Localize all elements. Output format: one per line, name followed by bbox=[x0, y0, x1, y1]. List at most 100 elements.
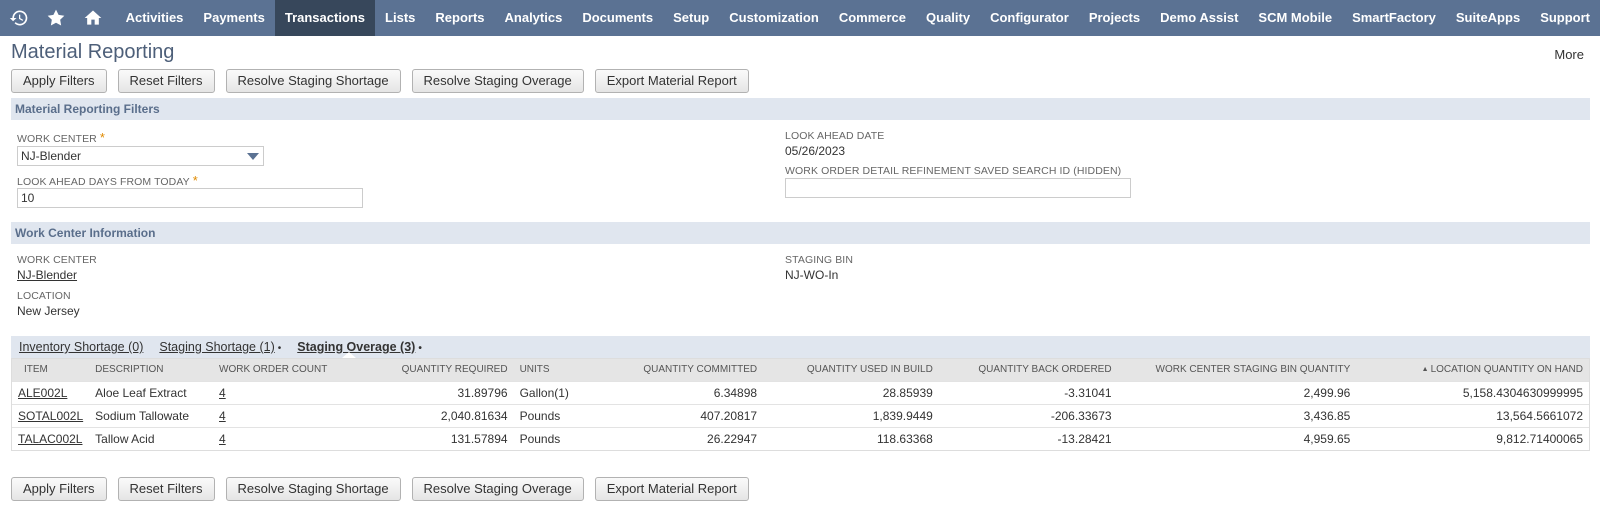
top-button-row: Apply Filters Reset Filters Resolve Stag… bbox=[11, 69, 749, 93]
cell-item: TALAC002L bbox=[12, 426, 90, 450]
nav-item-configurator[interactable]: Configurator bbox=[980, 0, 1079, 36]
look-ahead-days-label-text: Look Ahead Days From Today bbox=[17, 176, 190, 188]
work-center-select[interactable]: NJ-Blender bbox=[17, 146, 264, 166]
table-row: TALAC002L Tallow Acid 4 131.57894 Pounds 26.2… bbox=[12, 426, 1589, 450]
work-center-info-value: NJ-Blender bbox=[17, 268, 77, 282]
home-icon[interactable] bbox=[74, 0, 111, 36]
star-icon[interactable] bbox=[37, 0, 74, 36]
top-nav: Activities Payments Transactions Lists Repor… bbox=[0, 0, 1600, 36]
cell-qty-used: 118.63368 bbox=[763, 426, 939, 450]
nav-item-demo-assist[interactable]: Demo Assist bbox=[1150, 0, 1248, 36]
nav-item-projects[interactable]: Projects bbox=[1079, 0, 1150, 36]
saved-search-id-label: Work Order Detail Refinement Saved Searc… bbox=[785, 165, 1122, 177]
work-order-count-link[interactable]: 4 bbox=[219, 432, 226, 446]
apply-filters-button[interactable]: Apply Filters bbox=[11, 69, 107, 93]
cell-qty-committed: 407.20817 bbox=[597, 403, 764, 427]
nav-item-support[interactable]: Support bbox=[1530, 0, 1600, 36]
col-work-order-count[interactable]: Work Order Count bbox=[213, 359, 359, 381]
table-row: SOTAL002L Sodium Tallowate 4 2,040.81634 Pou… bbox=[12, 403, 1589, 427]
subtab-staging-overage[interactable]: Staging Overage (3) • bbox=[297, 340, 422, 354]
nav-item-payments[interactable]: Payments bbox=[193, 0, 274, 36]
apply-filters-button-bottom[interactable]: Apply Filters bbox=[11, 477, 107, 501]
look-ahead-date-label: Look Ahead Date bbox=[785, 130, 885, 142]
col-item[interactable]: Item bbox=[12, 359, 90, 381]
nav-item-activities[interactable]: Activities bbox=[116, 0, 194, 36]
cell-wo-count: 4 bbox=[213, 380, 359, 404]
resolve-staging-overage-button[interactable]: Resolve Staging Overage bbox=[411, 69, 584, 93]
resolve-staging-shortage-button[interactable]: Resolve Staging Shortage bbox=[225, 69, 401, 93]
reset-filters-button-bottom[interactable]: Reset Filters bbox=[117, 477, 215, 501]
item-link[interactable]: ALE002L bbox=[18, 386, 67, 400]
nav-item-setup[interactable]: Setup bbox=[663, 0, 719, 36]
work-center-filter-label: Work Center * bbox=[17, 130, 105, 145]
item-link[interactable]: TALAC002L bbox=[18, 432, 82, 446]
nav-item-customization[interactable]: Customization bbox=[719, 0, 829, 36]
cell-item: SOTAL002L bbox=[12, 403, 90, 427]
cell-qty-required: 2,040.81634 bbox=[358, 403, 514, 427]
resolve-staging-overage-button-bottom[interactable]: Resolve Staging Overage bbox=[411, 477, 584, 501]
item-link[interactable]: SOTAL002L bbox=[18, 409, 83, 423]
nav-item-lists[interactable]: Lists bbox=[375, 0, 425, 36]
cell-description: Aloe Leaf Extract bbox=[89, 380, 214, 404]
staging-overage-table: Item Description Work Order Count Quanti… bbox=[11, 358, 1590, 451]
resolve-staging-shortage-button-bottom[interactable]: Resolve Staging Shortage bbox=[225, 477, 401, 501]
cell-qty-back: -13.28421 bbox=[938, 426, 1118, 450]
work-order-count-link[interactable]: 4 bbox=[219, 386, 226, 400]
cell-qty-back: -3.31041 bbox=[938, 380, 1118, 404]
cell-qty-committed: 6.34898 bbox=[597, 380, 764, 404]
export-material-report-button-bottom[interactable]: Export Material Report bbox=[594, 477, 749, 501]
cell-qty-used: 1,839.9449 bbox=[763, 403, 939, 427]
subtab-inventory-shortage-label: Inventory Shortage (0) bbox=[19, 340, 144, 354]
subtab-bar: Inventory Shortage (0) Staging Shortage … bbox=[11, 336, 1590, 358]
col-staging-bin-quantity[interactable]: Work Center Staging Bin Quantity bbox=[1117, 359, 1357, 381]
history-icon[interactable] bbox=[0, 0, 37, 36]
nav-item-documents[interactable]: Documents bbox=[572, 0, 663, 36]
more-link[interactable]: More bbox=[1554, 47, 1584, 62]
location-label: Location bbox=[17, 290, 71, 302]
nav-item-suiteapps[interactable]: SuiteApps bbox=[1446, 0, 1530, 36]
cell-description: Sodium Tallowate bbox=[89, 403, 214, 427]
sort-ascending-icon: ▲ bbox=[1421, 366, 1429, 374]
work-center-info-section-header: Work Center Information bbox=[11, 222, 1590, 244]
cell-qty-required: 31.89796 bbox=[358, 380, 514, 404]
table-row: ALE002L Aloe Leaf Extract 4 31.89796 Gallon(… bbox=[12, 380, 1589, 404]
filters-section-header: Material Reporting Filters bbox=[11, 98, 1590, 120]
col-quantity-committed[interactable]: Quantity Committed bbox=[597, 359, 764, 381]
table-body: ALE002L Aloe Leaf Extract 4 31.89796 Gallon(… bbox=[12, 380, 1589, 450]
nav-item-analytics[interactable]: Analytics bbox=[495, 0, 573, 36]
nav-menu: Activities Payments Transactions Lists Repor… bbox=[116, 0, 1600, 36]
subtab-dot: • bbox=[277, 343, 282, 354]
subtab-staging-shortage[interactable]: Staging Shortage (1) • bbox=[159, 340, 281, 354]
nav-item-scm-mobile[interactable]: SCM Mobile bbox=[1248, 0, 1342, 36]
work-center-link[interactable]: NJ-Blender bbox=[17, 268, 77, 282]
staging-bin-value: NJ-WO-In bbox=[785, 268, 839, 282]
col-quantity-used-in-build[interactable]: Quantity Used in Build bbox=[763, 359, 939, 381]
page-title: Material Reporting bbox=[11, 41, 175, 63]
col-units[interactable]: Units bbox=[513, 359, 598, 381]
cell-staging-qty: 4,959.65 bbox=[1117, 426, 1357, 450]
cell-qty-committed: 26.22947 bbox=[597, 426, 764, 450]
nav-item-quality[interactable]: Quality bbox=[916, 0, 980, 36]
cell-description: Tallow Acid bbox=[89, 426, 214, 450]
look-ahead-date-value: 05/26/2023 bbox=[785, 144, 846, 158]
col-quantity-required[interactable]: Quantity Required bbox=[358, 359, 514, 381]
chevron-down-icon[interactable] bbox=[247, 153, 259, 160]
nav-item-reports[interactable]: Reports bbox=[425, 0, 494, 36]
col-location-quantity-on-hand-label: Location Quantity on Hand bbox=[1430, 364, 1583, 376]
table-header-row: Item Description Work Order Count Quanti… bbox=[12, 359, 1589, 381]
nav-item-commerce[interactable]: Commerce bbox=[829, 0, 916, 36]
work-center-info-label: Work Center bbox=[17, 254, 97, 266]
export-material-report-button[interactable]: Export Material Report bbox=[594, 69, 749, 93]
col-quantity-back-ordered[interactable]: Quantity Back Ordered bbox=[938, 359, 1118, 381]
subtab-dot: • bbox=[418, 343, 422, 354]
saved-search-id-input[interactable] bbox=[785, 178, 1131, 198]
subtab-inventory-shortage[interactable]: Inventory Shortage (0) bbox=[19, 340, 143, 354]
nav-item-smartfactory[interactable]: SmartFactory bbox=[1342, 0, 1446, 36]
look-ahead-days-input[interactable]: 10 bbox=[17, 188, 363, 208]
work-order-count-link[interactable]: 4 bbox=[219, 409, 226, 423]
required-mark: * bbox=[192, 173, 198, 188]
nav-item-transactions[interactable]: Transactions bbox=[274, 0, 376, 36]
col-location-quantity-on-hand[interactable]: ▲ Location Quantity on Hand bbox=[1356, 359, 1589, 381]
col-description[interactable]: Description bbox=[89, 359, 214, 381]
reset-filters-button[interactable]: Reset Filters bbox=[117, 69, 215, 93]
